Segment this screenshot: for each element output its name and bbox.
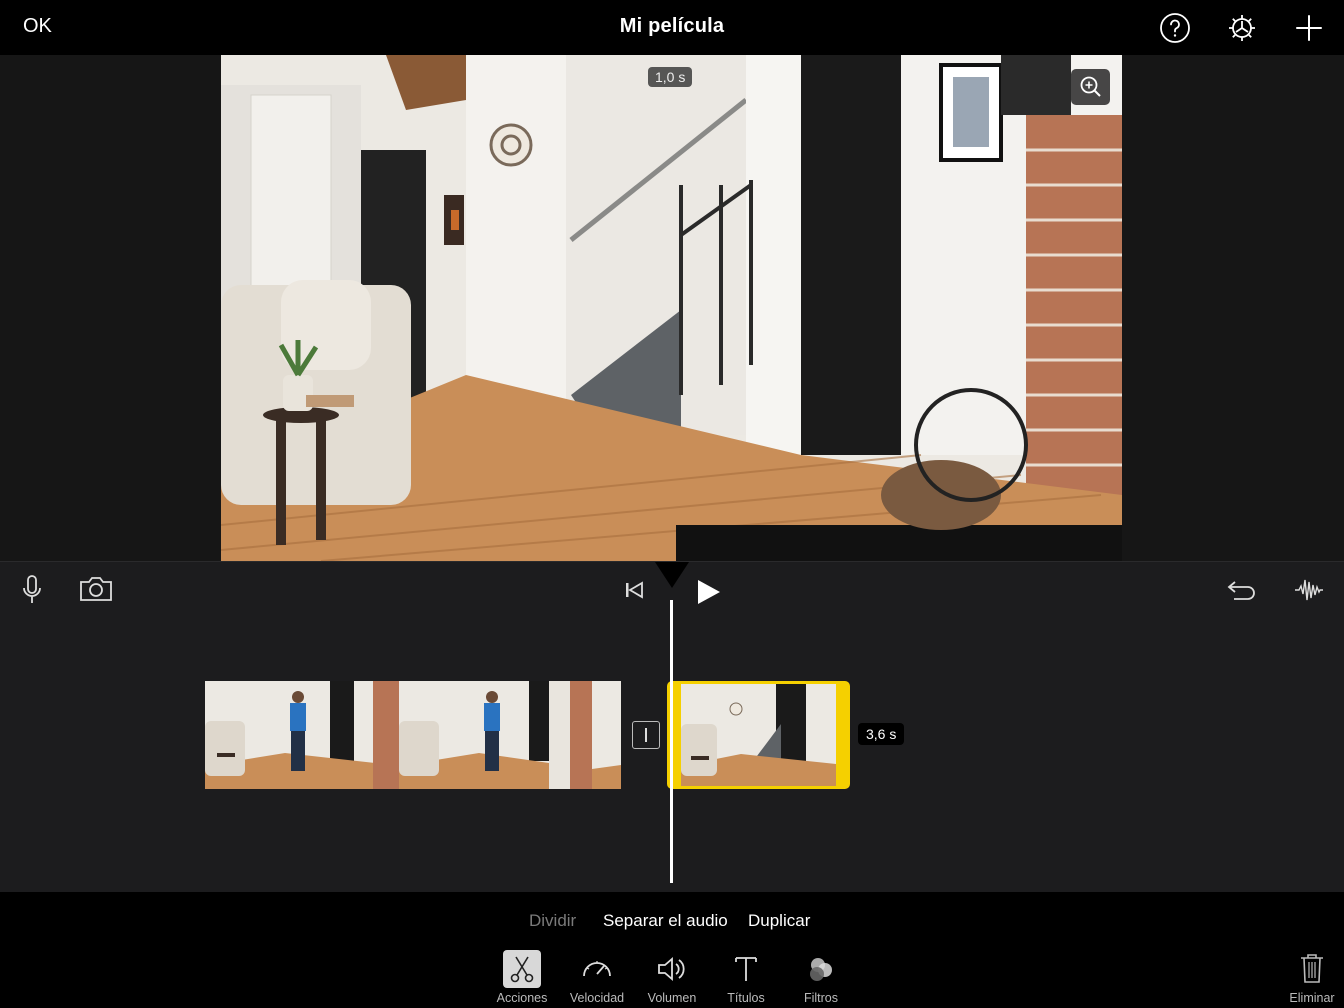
detach-audio-button[interactable]: Separar el audio: [603, 911, 728, 931]
speaker-icon: [658, 957, 685, 981]
camera-icon[interactable]: [78, 575, 114, 603]
duplicate-button[interactable]: Duplicar: [748, 911, 810, 931]
timeline[interactable]: 3,6 s: [0, 600, 1344, 892]
split-button[interactable]: Dividir: [529, 911, 576, 931]
skip-to-start-icon[interactable]: [624, 580, 646, 600]
delete-label: Eliminar: [1289, 991, 1335, 1005]
top-bar: OK Mi película: [0, 0, 1344, 55]
tab-label: Títulos: [727, 991, 765, 1005]
tab-speed[interactable]: Velocidad: [557, 950, 637, 1005]
settings-gear-icon[interactable]: [1226, 12, 1258, 44]
tab-label: Acciones: [496, 991, 548, 1005]
clip-thumbnail: [681, 684, 836, 786]
tab-label: Velocidad: [569, 991, 625, 1005]
tab-filters[interactable]: Filtros: [781, 950, 861, 1005]
playhead-line[interactable]: [670, 600, 673, 883]
audio-waveform-icon[interactable]: [1294, 576, 1324, 604]
timeline-clip[interactable]: [205, 681, 621, 789]
tab-actions[interactable]: Acciones: [482, 950, 562, 1005]
zoom-in-icon: [1080, 76, 1101, 97]
tab-volume[interactable]: Volumen: [632, 950, 712, 1005]
zoom-button[interactable]: [1071, 69, 1110, 105]
video-frame-image: [221, 55, 1122, 561]
tab-label: Filtros: [803, 991, 839, 1005]
video-viewer: 1,0 s: [0, 55, 1344, 561]
clip-duration-badge: 3,6 s: [858, 723, 905, 745]
delete-button[interactable]: Eliminar: [1284, 952, 1340, 1005]
speedometer-icon: [583, 961, 611, 977]
tab-label: Volumen: [647, 991, 697, 1005]
help-icon[interactable]: [1159, 12, 1191, 44]
scissors-icon: [510, 956, 534, 983]
filters-icon: [810, 958, 832, 981]
tab-titles[interactable]: Títulos: [706, 950, 786, 1005]
selected-timeline-clip[interactable]: [667, 681, 850, 789]
playhead-marker-icon: [655, 562, 689, 588]
video-preview: [221, 55, 1122, 561]
trash-icon: [1301, 954, 1323, 983]
play-icon[interactable]: [696, 578, 722, 606]
transition-button[interactable]: [632, 721, 660, 749]
add-plus-icon[interactable]: [1293, 12, 1325, 44]
clip-thumbnails: [205, 681, 621, 789]
microphone-icon[interactable]: [20, 574, 44, 606]
action-bar: Dividir Separar el audio Duplicar Accion…: [0, 892, 1344, 1008]
time-chip: 1,0 s: [648, 67, 693, 87]
undo-icon[interactable]: [1226, 576, 1258, 604]
project-title: Mi película: [619, 15, 725, 37]
text-title-icon: [735, 957, 757, 981]
